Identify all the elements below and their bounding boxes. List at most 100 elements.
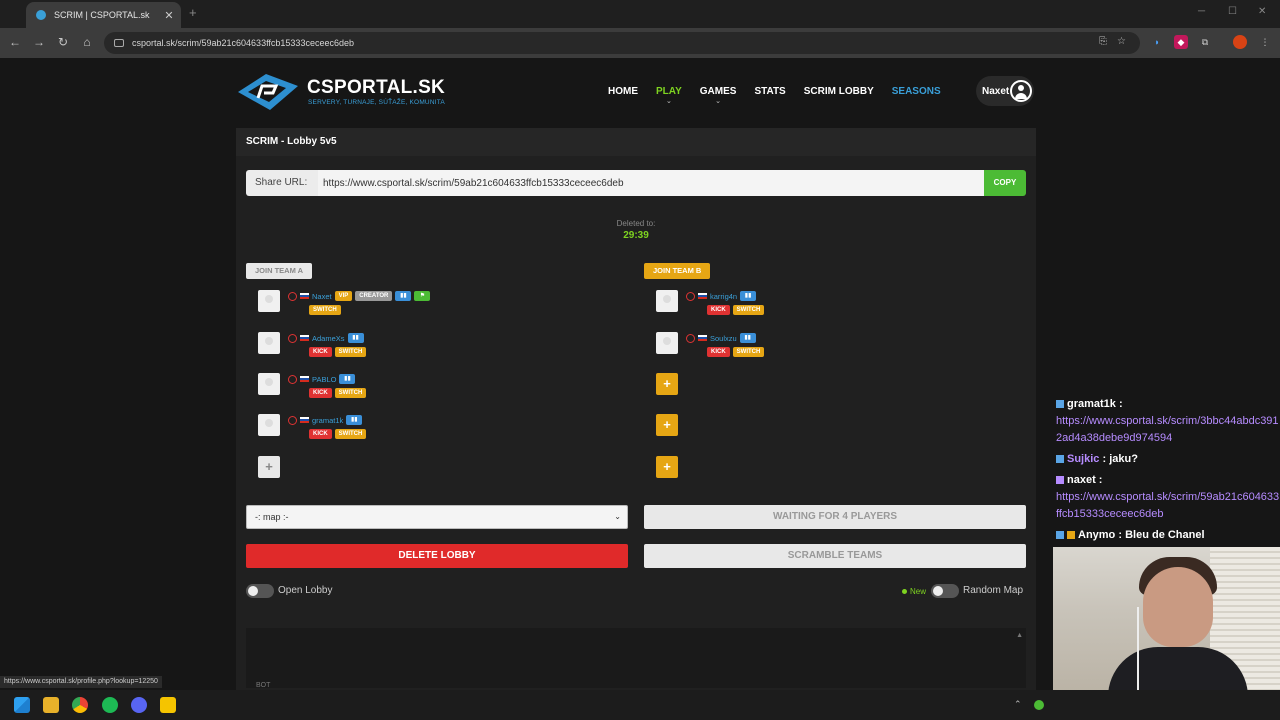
- player-name[interactable]: Soulxzu: [710, 334, 737, 343]
- chat-username: Sujkic: [1067, 453, 1100, 465]
- stats-chart-icon[interactable]: ▮▮: [740, 291, 757, 301]
- join-team-a-button[interactable]: JOIN TEAM A: [246, 263, 313, 279]
- player-avatar-icon[interactable]: [258, 332, 280, 354]
- scroll-up-icon[interactable]: ▲: [1016, 632, 1023, 639]
- lobby-card: SCRIM - Lobby 5v5 Share URL: COPY Delete…: [236, 128, 1036, 698]
- add-player-slot-team-b[interactable]: +: [656, 414, 678, 436]
- tray-chevron-up-icon[interactable]: ⌃: [1014, 699, 1022, 710]
- file-explorer-icon[interactable]: [43, 697, 59, 713]
- windows-start-icon[interactable]: [14, 697, 30, 713]
- kick-button[interactable]: KICK: [309, 347, 332, 357]
- stats-chart-icon[interactable]: ▮▮: [339, 374, 356, 384]
- player-name[interactable]: gramat1k: [312, 416, 343, 425]
- player-name[interactable]: PABLO: [312, 375, 336, 384]
- minimize-icon[interactable]: ─: [1198, 6, 1205, 17]
- kick-button[interactable]: KICK: [309, 388, 332, 398]
- switch-button[interactable]: SWITCH: [334, 347, 367, 357]
- reload-icon[interactable]: ↻: [55, 35, 71, 49]
- spotify-icon[interactable]: [102, 697, 118, 713]
- home-icon[interactable]: ⌂: [79, 35, 95, 49]
- slovak-flag-icon: [698, 335, 707, 341]
- open-lobby-label: Open Lobby: [278, 585, 333, 596]
- nav-home[interactable]: HOME: [608, 86, 638, 97]
- scramble-teams-button[interactable]: SCRAMBLE TEAMS: [644, 544, 1026, 568]
- copy-button[interactable]: COPY: [984, 170, 1026, 196]
- player-avatar-icon[interactable]: [258, 373, 280, 395]
- extension-1-icon[interactable]: ◗: [1150, 35, 1164, 49]
- chat-link[interactable]: https://www.csportal.sk/scrim/59ab21c604…: [1056, 489, 1280, 523]
- chat-text: jaku?: [1109, 453, 1138, 465]
- player-avatar-icon[interactable]: [258, 414, 280, 436]
- kick-button[interactable]: KICK: [707, 347, 730, 357]
- stats-chart-icon[interactable]: ▮▮: [739, 333, 756, 343]
- player-avatar-icon[interactable]: [656, 290, 678, 312]
- deleted-to-label: Deleted to:: [616, 219, 656, 228]
- csportal-logo-icon[interactable]: [236, 72, 300, 112]
- address-bar[interactable]: csportal.sk/scrim/59ab21c604633ffcb15333…: [104, 32, 1140, 54]
- switch-button[interactable]: SWITCH: [309, 305, 341, 315]
- map-select[interactable]: -: map :- ⌄: [246, 505, 628, 529]
- player-avatar-icon[interactable]: [258, 290, 280, 312]
- switch-button[interactable]: SWITCH: [732, 347, 765, 357]
- vip-badge: VIP: [334, 291, 353, 301]
- switch-button[interactable]: SWITCH: [334, 429, 367, 439]
- chat-username: gramat1k: [1067, 398, 1116, 410]
- browser-tab[interactable]: SCRIM | CSPORTAL.sk ✕: [26, 2, 181, 28]
- main-nav: HOME PLAY ⌄ GAMES ⌄ STATS SCRIM LOBBY SEAS…: [608, 86, 959, 105]
- nav-play[interactable]: PLAY ⌄: [656, 86, 682, 105]
- chat-link[interactable]: https://www.csportal.sk/scrim/3bbc44abdc…: [1056, 413, 1280, 447]
- player-name[interactable]: AdameXs: [312, 334, 345, 343]
- install-app-icon[interactable]: ⎘: [1099, 36, 1107, 47]
- new-tab-icon[interactable]: +: [189, 5, 197, 20]
- discord-icon[interactable]: [131, 697, 147, 713]
- open-lobby-toggle[interactable]: [246, 584, 274, 598]
- extensions-puzzle-icon[interactable]: ⧉: [1198, 35, 1212, 49]
- profile-icon[interactable]: [1233, 35, 1247, 49]
- player-name[interactable]: Naxet: [312, 292, 332, 301]
- slovak-flag-icon: [300, 293, 309, 299]
- switch-button[interactable]: SWITCH: [334, 388, 367, 398]
- waiting-status-button[interactable]: WAITING FOR 4 PLAYERS: [644, 505, 1026, 529]
- extension-2-icon[interactable]: ◆: [1174, 35, 1188, 49]
- faceit-icon: [288, 291, 297, 301]
- nav-games-label: GAMES: [699, 86, 737, 97]
- window-close-icon[interactable]: ✕: [1258, 6, 1266, 17]
- site-info-icon[interactable]: [114, 39, 124, 47]
- random-map-toggle[interactable]: [931, 584, 959, 598]
- nav-seasons[interactable]: SEASONS: [892, 86, 941, 97]
- share-url-input[interactable]: [318, 170, 984, 196]
- forward-icon[interactable]: →: [31, 35, 47, 49]
- player-name[interactable]: karrig4n: [710, 292, 737, 301]
- browser-menu-icon[interactable]: ⋮: [1258, 35, 1272, 49]
- kick-button[interactable]: KICK: [309, 429, 332, 439]
- nav-games[interactable]: GAMES ⌄: [699, 86, 737, 105]
- user-menu[interactable]: Naxet: [976, 76, 1034, 106]
- add-player-slot-team-a[interactable]: +: [258, 456, 280, 478]
- add-player-slot-team-b[interactable]: +: [656, 456, 678, 478]
- nav-stats[interactable]: STATS: [754, 86, 785, 97]
- delete-lobby-button[interactable]: DELETE LOBBY: [246, 544, 628, 568]
- add-player-slot-team-b[interactable]: +: [656, 373, 678, 395]
- stats-chart-icon[interactable]: ▮▮: [346, 415, 363, 425]
- switch-button[interactable]: SWITCH: [732, 305, 765, 315]
- back-icon[interactable]: ←: [7, 35, 23, 49]
- tray-status-icon[interactable]: [1034, 700, 1044, 710]
- stats-chart-icon[interactable]: ▮▮: [347, 333, 364, 343]
- map-select-value: -: map :-: [255, 512, 289, 522]
- chat-separator: :: [1095, 474, 1103, 486]
- player-avatar-icon[interactable]: [656, 332, 678, 354]
- bookmark-star-icon[interactable]: ☆: [1117, 36, 1126, 47]
- kick-button[interactable]: KICK: [707, 305, 730, 315]
- app-icon[interactable]: [160, 697, 176, 713]
- captain-flag-icon[interactable]: ⚑: [414, 291, 431, 301]
- maximize-icon[interactable]: ☐: [1228, 6, 1237, 17]
- chrome-icon[interactable]: [72, 697, 88, 713]
- stats-chart-icon[interactable]: ▮▮: [395, 291, 412, 301]
- stream-chat-overlay: gramat1k : https://www.csportal.sk/scrim…: [1056, 396, 1280, 548]
- nav-scrim-lobby[interactable]: SCRIM LOBBY: [804, 86, 874, 97]
- slovak-flag-icon: [698, 293, 707, 299]
- random-map-label: Random Map: [963, 585, 1024, 596]
- close-tab-icon[interactable]: ✕: [163, 9, 175, 22]
- logo-text[interactable]: CSPORTAL.SK: [307, 77, 445, 99]
- join-team-b-button[interactable]: JOIN TEAM B: [644, 263, 711, 279]
